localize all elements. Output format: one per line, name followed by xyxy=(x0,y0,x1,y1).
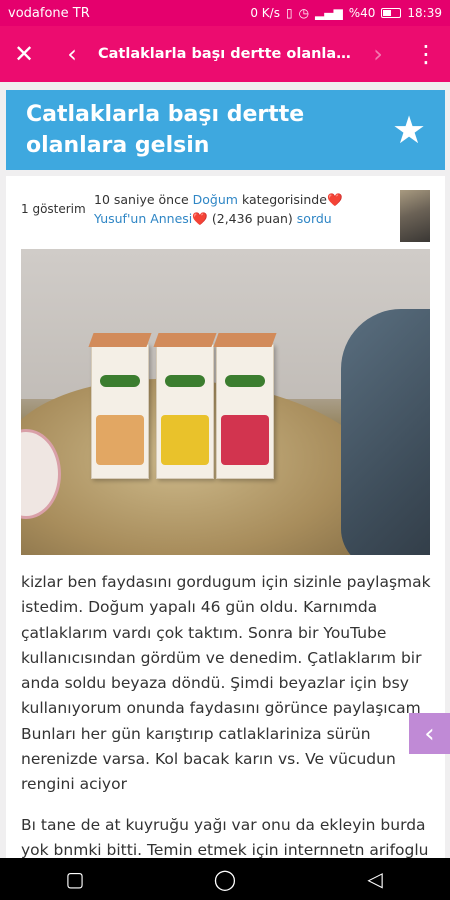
vibrate-icon: ▯ xyxy=(285,6,293,20)
net-speed: 0 K/s xyxy=(250,6,280,20)
category-link[interactable]: Doğum xyxy=(193,192,238,207)
alarm-icon: ◷ xyxy=(298,6,310,20)
recents-icon[interactable]: ▢ xyxy=(45,867,105,891)
side-drawer-tab[interactable]: ‹ xyxy=(409,713,450,754)
author-points: (2,436 puan) xyxy=(211,211,293,226)
forward-arrow-icon[interactable]: › xyxy=(354,26,402,82)
battery-percent: %40 xyxy=(348,6,376,20)
question-photo[interactable] xyxy=(21,249,430,555)
question-body: kizlar ben faydasını gordugum için sizin… xyxy=(21,570,433,866)
question-title: Catlaklarla başı dertte olanlara gelsin xyxy=(26,102,305,158)
close-icon[interactable]: ✕ xyxy=(0,26,48,82)
star-icon[interactable]: ★ xyxy=(387,108,431,152)
heart-icon: ❤️ xyxy=(326,192,343,207)
body-paragraph-2: Bı tane de at kuyruğu yağı var onu da ek… xyxy=(21,815,429,859)
meta-text: 10 saniye önce Doğum kategorisinde❤️Yusu… xyxy=(94,190,394,228)
product-box-almond xyxy=(88,333,152,479)
product-box-pomegranate xyxy=(213,333,277,479)
status-bar: vodafone TR 0 K/s ▯ ◷ ▂▄▆ %40 18:39 xyxy=(0,0,450,26)
system-nav-bar: ▢ ◯ ◁ xyxy=(0,858,450,900)
body-paragraph-1: kizlar ben faydasını gordugum için sizin… xyxy=(21,573,431,794)
question-content: 1 gösterim 10 saniye önce Doğum kategori… xyxy=(6,176,445,866)
battery-icon xyxy=(381,8,402,18)
heart-icon-2: ❤️ xyxy=(192,211,208,226)
chevron-left-icon: ‹ xyxy=(424,718,435,749)
home-icon[interactable]: ◯ xyxy=(195,867,255,891)
app-bar-title: Catlaklarla başı dertte olanlara gelsi..… xyxy=(98,46,354,62)
question-meta: 1 gösterim 10 saniye önce Doğum kategori… xyxy=(21,190,431,242)
author-link[interactable]: Yusuf'un Annesi xyxy=(94,211,192,226)
photo-chair xyxy=(341,309,430,555)
app-bar: ✕ ‹ Catlaklarla başı dertte olanlara gel… xyxy=(0,26,450,82)
back-arrow-icon[interactable]: ‹ xyxy=(48,26,96,82)
back-icon[interactable]: ◁ xyxy=(345,867,405,891)
action-link[interactable]: sordu xyxy=(297,211,332,226)
product-box-st-johns-wort xyxy=(153,333,217,479)
signal-icon: ▂▄▆ xyxy=(315,6,343,20)
status-icons: 0 K/s ▯ ◷ ▂▄▆ %40 18:39 xyxy=(250,6,442,20)
clock: 18:39 xyxy=(407,6,442,20)
more-menu-icon[interactable]: ⋮ xyxy=(402,26,450,82)
question-title-card: Catlaklarla başı dertte olanlara gelsin … xyxy=(6,90,445,170)
view-count: 1 gösterim xyxy=(21,202,86,216)
carrier-label: vodafone TR xyxy=(8,5,90,21)
category-suffix: kategorisinde xyxy=(241,192,327,207)
time-ago: 10 saniye önce xyxy=(94,192,189,207)
avatar[interactable] xyxy=(400,190,430,242)
